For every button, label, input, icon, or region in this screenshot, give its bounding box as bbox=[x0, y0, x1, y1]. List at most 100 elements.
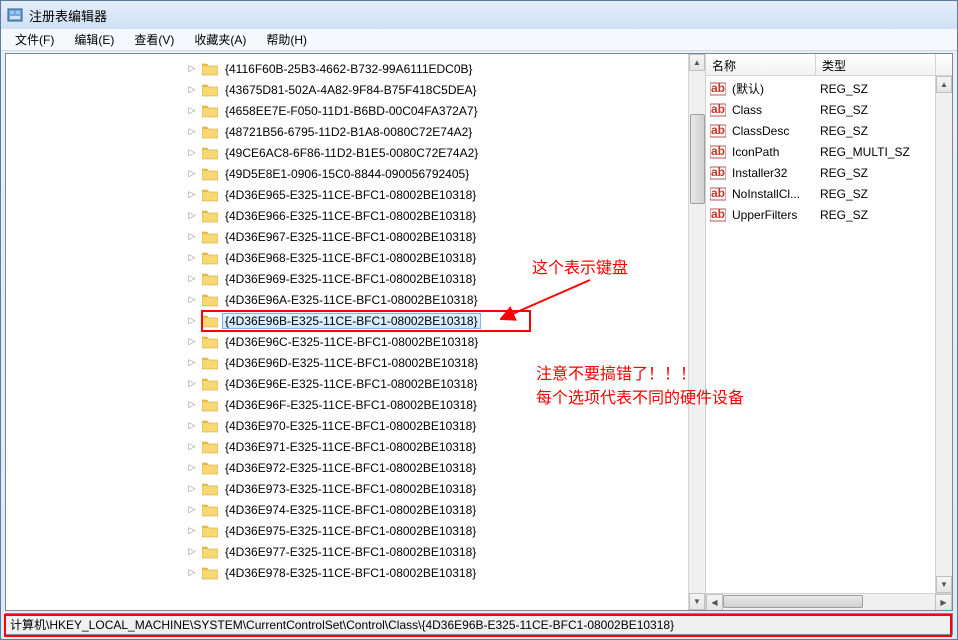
tree-scrollbar[interactable]: ▲ ▼ bbox=[688, 54, 705, 610]
tree-item[interactable]: ▷ {4D36E965-E325-11CE-BFC1-08002BE10318} bbox=[6, 184, 688, 205]
value-row[interactable]: abIconPathREG_MULTI_SZ bbox=[706, 141, 952, 162]
tree-expand-icon[interactable]: ▷ bbox=[186, 294, 198, 306]
header-name[interactable]: 名称 bbox=[706, 54, 816, 75]
tree-item-label: {4D36E96C-E325-11CE-BFC1-08002BE10318} bbox=[222, 334, 481, 350]
tree-expand-icon[interactable]: ▷ bbox=[186, 399, 198, 411]
tree-expand-icon[interactable]: ▷ bbox=[186, 84, 198, 96]
tree-expand-icon[interactable]: ▷ bbox=[186, 126, 198, 138]
tree-item[interactable]: ▷{4D36E966-E325-11CE-BFC1-08002BE10318} bbox=[6, 205, 688, 226]
tree-item-label: {4D36E969-E325-11CE-BFC1-08002BE10318} bbox=[222, 271, 479, 287]
tree-expand-icon[interactable]: ▷ bbox=[186, 462, 198, 474]
tree-item[interactable]: ▷{4D36E96F-E325-11CE-BFC1-08002BE10318} bbox=[6, 394, 688, 415]
folder-icon bbox=[202, 83, 218, 97]
tree-expand-icon[interactable]: ▷ bbox=[186, 546, 198, 558]
tree-item[interactable]: ▷ {49CE6AC8-6F86-11D2-B1E5-0080C72E74A2} bbox=[6, 142, 688, 163]
tree-item-label: {4D36E967-E325-11CE-BFC1-08002BE10318} bbox=[222, 229, 479, 245]
value-type: REG_SZ bbox=[818, 187, 938, 201]
tree-item[interactable]: ▷ {4D36E967-E325-11CE-BFC1-08002BE10318} bbox=[6, 226, 688, 247]
tree-item[interactable]: ▷ {4D36E96D-E325-11CE-BFC1-08002BE10318} bbox=[6, 352, 688, 373]
tree-expand-icon[interactable]: ▷ bbox=[186, 504, 198, 516]
tree-item[interactable]: ▷{4D36E974-E325-11CE-BFC1-08002BE10318} bbox=[6, 499, 688, 520]
menu-file[interactable]: 文件(F) bbox=[5, 29, 64, 50]
folder-icon bbox=[202, 503, 218, 517]
tree-item-label: {4D36E965-E325-11CE-BFC1-08002BE10318} bbox=[222, 187, 479, 203]
tree-item[interactable]: ▷{4D36E968-E325-11CE-BFC1-08002BE10318} bbox=[6, 247, 688, 268]
scroll-down-icon[interactable]: ▼ bbox=[936, 576, 952, 593]
tree-expand-icon[interactable]: ▷ bbox=[186, 210, 198, 222]
folder-icon bbox=[202, 335, 218, 349]
menu-favorites[interactable]: 收藏夹(A) bbox=[184, 29, 256, 50]
tree-item[interactable]: ▷{4D36E975-E325-11CE-BFC1-08002BE10318} bbox=[6, 520, 688, 541]
string-value-icon: ab bbox=[710, 81, 726, 97]
tree-item[interactable]: ▷{4658EE7E-F050-11D1-B6BD-00C04FA372A7} bbox=[6, 100, 688, 121]
scroll-left-icon[interactable]: ◀ bbox=[706, 594, 723, 610]
tree-panel: ▷{4116F60B-25B3-4662-B732-99A6111EDC0B}▷… bbox=[6, 54, 706, 610]
values-scrollbar-v[interactable]: ▲ ▼ bbox=[935, 76, 952, 593]
tree-expand-icon[interactable]: ▷ bbox=[186, 315, 198, 327]
tree-item[interactable]: ▷{4D36E977-E325-11CE-BFC1-08002BE10318} bbox=[6, 541, 688, 562]
tree-expand-icon[interactable]: ▷ bbox=[186, 105, 198, 117]
tree-item[interactable]: ▷{4D36E96B-E325-11CE-BFC1-08002BE10318} bbox=[6, 310, 688, 331]
tree-item[interactable]: ▷ {4D36E978-E325-11CE-BFC1-08002BE10318} bbox=[6, 562, 688, 583]
tree-expand-icon[interactable]: ▷ bbox=[186, 357, 198, 369]
svg-text:ab: ab bbox=[711, 81, 725, 95]
tree-item[interactable]: ▷ {4D36E96C-E325-11CE-BFC1-08002BE10318} bbox=[6, 331, 688, 352]
tree-item[interactable]: ▷ {43675D81-502A-4A82-9F84-B75F418C5DEA} bbox=[6, 79, 688, 100]
svg-text:ab: ab bbox=[711, 144, 725, 158]
tree-expand-icon[interactable]: ▷ bbox=[186, 567, 198, 579]
scroll-thumb[interactable] bbox=[690, 114, 705, 204]
value-row[interactable]: abUpperFiltersREG_SZ bbox=[706, 204, 952, 225]
tree-item[interactable]: ▷{4116F60B-25B3-4662-B732-99A6111EDC0B} bbox=[6, 58, 688, 79]
scroll-up-icon[interactable]: ▲ bbox=[936, 76, 952, 93]
value-row[interactable]: ab(默认)REG_SZ bbox=[706, 78, 952, 99]
tree-item[interactable]: ▷{4D36E972-E325-11CE-BFC1-08002BE10318} bbox=[6, 457, 688, 478]
tree-expand-icon[interactable]: ▷ bbox=[186, 63, 198, 75]
tree-expand-icon[interactable]: ▷ bbox=[186, 231, 198, 243]
tree-expand-icon[interactable]: ▷ bbox=[186, 168, 198, 180]
menu-edit[interactable]: 编辑(E) bbox=[64, 29, 124, 50]
tree-item-label: {4D36E978-E325-11CE-BFC1-08002BE10318} bbox=[222, 565, 479, 581]
tree-item[interactable]: ▷{4D36E971-E325-11CE-BFC1-08002BE10318} bbox=[6, 436, 688, 457]
value-row[interactable]: abClassREG_SZ bbox=[706, 99, 952, 120]
tree-item[interactable]: ▷{4D36E96E-E325-11CE-BFC1-08002BE10318} bbox=[6, 373, 688, 394]
tree-expand-icon[interactable]: ▷ bbox=[186, 189, 198, 201]
menu-help[interactable]: 帮助(H) bbox=[256, 29, 317, 50]
folder-icon bbox=[202, 125, 218, 139]
tree-item[interactable]: ▷{4D36E973-E325-11CE-BFC1-08002BE10318} bbox=[6, 478, 688, 499]
tree-expand-icon[interactable]: ▷ bbox=[186, 483, 198, 495]
value-row[interactable]: abNoInstallCl...REG_SZ bbox=[706, 183, 952, 204]
tree-item[interactable]: ▷{4D36E970-E325-11CE-BFC1-08002BE10318} bbox=[6, 415, 688, 436]
tree-expand-icon[interactable]: ▷ bbox=[186, 525, 198, 537]
value-row[interactable]: abClassDescREG_SZ bbox=[706, 120, 952, 141]
tree-expand-icon[interactable]: ▷ bbox=[186, 273, 198, 285]
scroll-up-icon[interactable]: ▲ bbox=[689, 54, 705, 71]
value-name: Class bbox=[730, 103, 818, 117]
value-row[interactable]: abInstaller32REG_SZ bbox=[706, 162, 952, 183]
tree-item[interactable]: ▷{48721B56-6795-11D2-B1A8-0080C72E74A2} bbox=[6, 121, 688, 142]
folder-icon bbox=[202, 482, 218, 496]
string-value-icon: ab bbox=[710, 207, 726, 223]
tree-item-label: {49CE6AC8-6F86-11D2-B1E5-0080C72E74A2} bbox=[222, 145, 481, 161]
tree-expand-icon[interactable]: ▷ bbox=[186, 147, 198, 159]
folder-icon bbox=[202, 272, 218, 286]
tree-expand-icon[interactable]: ▷ bbox=[186, 420, 198, 432]
tree-expand-icon[interactable]: ▷ bbox=[186, 378, 198, 390]
tree-item[interactable]: ▷{49D5E8E1-0906-15C0-8844-090056792405} bbox=[6, 163, 688, 184]
tree-item-label: {43675D81-502A-4A82-9F84-B75F418C5DEA} bbox=[222, 82, 480, 98]
tree-expand-icon[interactable]: ▷ bbox=[186, 336, 198, 348]
tree-expand-icon[interactable]: ▷ bbox=[186, 252, 198, 264]
titlebar: 注册表编辑器 bbox=[1, 1, 957, 29]
scroll-thumb-h[interactable] bbox=[723, 595, 863, 608]
tree-item-label: {4D36E96D-E325-11CE-BFC1-08002BE10318} bbox=[222, 355, 481, 371]
tree-expand-icon[interactable]: ▷ bbox=[186, 441, 198, 453]
tree-item[interactable]: ▷{4D36E96A-E325-11CE-BFC1-08002BE10318} bbox=[6, 289, 688, 310]
menu-view[interactable]: 查看(V) bbox=[124, 29, 184, 50]
folder-icon bbox=[202, 146, 218, 160]
scroll-right-icon[interactable]: ▶ bbox=[935, 594, 952, 610]
value-type: REG_SZ bbox=[818, 103, 938, 117]
values-scrollbar-h[interactable]: ◀ ▶ bbox=[706, 593, 952, 610]
folder-icon bbox=[202, 209, 218, 223]
header-type[interactable]: 类型 bbox=[816, 54, 936, 75]
scroll-down-icon[interactable]: ▼ bbox=[689, 593, 705, 610]
tree-item[interactable]: ▷ {4D36E969-E325-11CE-BFC1-08002BE10318} bbox=[6, 268, 688, 289]
